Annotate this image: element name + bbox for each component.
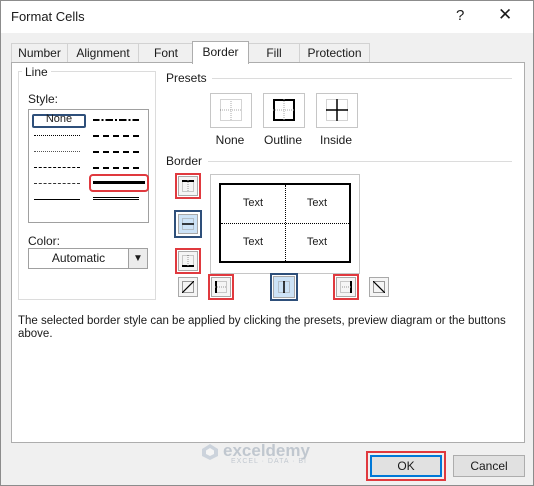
border-group-label: Border xyxy=(163,154,206,168)
diagonal-up-icon xyxy=(182,281,194,293)
color-dropdown[interactable]: Automatic ▼ xyxy=(28,248,148,269)
border-right-button[interactable] xyxy=(333,274,359,300)
exceldemy-watermark: exceldemy EXCEL · DATA · BI xyxy=(201,441,351,469)
dialog-title: Format Cells xyxy=(11,9,85,24)
preview-text: Text xyxy=(306,197,328,209)
line-style-list[interactable]: None xyxy=(28,109,149,223)
style-option[interactable] xyxy=(32,194,82,206)
style-label: Style: xyxy=(28,92,59,106)
border-bottom-button[interactable] xyxy=(175,248,201,274)
preview-inside-horizontal-line xyxy=(221,223,349,224)
format-cells-dialog: Format Cells ? ✕ Number Alignment Font B… xyxy=(0,0,534,486)
border-top-icon xyxy=(182,180,194,192)
style-option[interactable] xyxy=(91,114,141,126)
border-left-button[interactable] xyxy=(208,274,234,300)
border-preview[interactable]: Text Text Text Text xyxy=(210,174,360,274)
preview-text: Text xyxy=(242,197,264,209)
style-option[interactable] xyxy=(32,130,82,142)
ok-button[interactable]: OK xyxy=(366,451,446,481)
preview-text: Text xyxy=(242,236,264,248)
title-bar: Format Cells ? ✕ xyxy=(1,1,533,33)
preset-outline-label: Outline xyxy=(263,133,303,147)
border-diagonal-down-button[interactable] xyxy=(369,277,389,297)
style-option-none[interactable]: None xyxy=(32,113,86,128)
preset-none-icon xyxy=(220,99,242,121)
preset-inside-button[interactable] xyxy=(316,93,358,128)
presets-divider xyxy=(212,78,512,79)
preset-inside-icon xyxy=(326,99,348,121)
style-option-thick-selected[interactable] xyxy=(89,174,149,192)
chevron-down-icon[interactable]: ▼ xyxy=(128,249,147,268)
diagonal-down-icon xyxy=(373,281,385,293)
border-inside-horizontal-button[interactable] xyxy=(174,210,202,238)
border-diagonal-up-button[interactable] xyxy=(178,277,198,297)
style-option[interactable] xyxy=(91,130,141,142)
preset-none-button[interactable] xyxy=(210,93,252,128)
style-none-label: None xyxy=(45,113,73,125)
style-option[interactable] xyxy=(32,178,82,190)
border-tab-panel: Line Style: None Color: Automatic ▼ Pres… xyxy=(11,62,525,443)
border-bottom-icon xyxy=(182,255,194,267)
tab-font[interactable]: Font xyxy=(138,43,194,63)
preset-outline-button[interactable] xyxy=(263,93,305,128)
border-left-icon xyxy=(215,281,227,293)
tab-border[interactable]: Border xyxy=(192,41,249,64)
border-top-button[interactable] xyxy=(175,173,201,199)
border-divider xyxy=(208,161,512,162)
preview-grid: Text Text Text Text xyxy=(219,183,351,263)
border-inside-horizontal-icon xyxy=(182,218,194,230)
cancel-button[interactable]: Cancel xyxy=(453,455,525,477)
border-inside-vertical-icon xyxy=(278,281,290,293)
line-group-label: Line xyxy=(22,65,51,79)
style-option[interactable] xyxy=(91,162,141,174)
color-value: Automatic xyxy=(51,251,106,265)
preset-none-label: None xyxy=(215,133,245,147)
tab-protection[interactable]: Protection xyxy=(299,43,370,63)
preview-text: Text xyxy=(306,236,328,248)
style-option[interactable] xyxy=(91,146,141,158)
tab-number[interactable]: Number xyxy=(11,43,68,63)
help-button[interactable]: ? xyxy=(456,7,464,24)
border-inside-vertical-button[interactable] xyxy=(270,273,298,301)
exceldemy-logo-icon xyxy=(202,444,218,460)
info-text: The selected border style can be applied… xyxy=(18,315,506,340)
border-right-icon xyxy=(340,281,352,293)
color-label: Color: xyxy=(28,234,61,248)
style-option[interactable] xyxy=(91,194,141,206)
style-option[interactable] xyxy=(32,146,82,158)
close-button[interactable]: ✕ xyxy=(498,5,512,25)
preset-outline-icon xyxy=(273,99,295,121)
tab-alignment[interactable]: Alignment xyxy=(67,43,139,63)
preset-inside-label: Inside xyxy=(319,133,353,147)
style-option[interactable] xyxy=(32,162,82,174)
watermark-sub: EXCEL · DATA · BI xyxy=(231,458,307,465)
presets-group-label: Presets xyxy=(163,71,210,85)
tab-fill[interactable]: Fill xyxy=(248,43,300,63)
